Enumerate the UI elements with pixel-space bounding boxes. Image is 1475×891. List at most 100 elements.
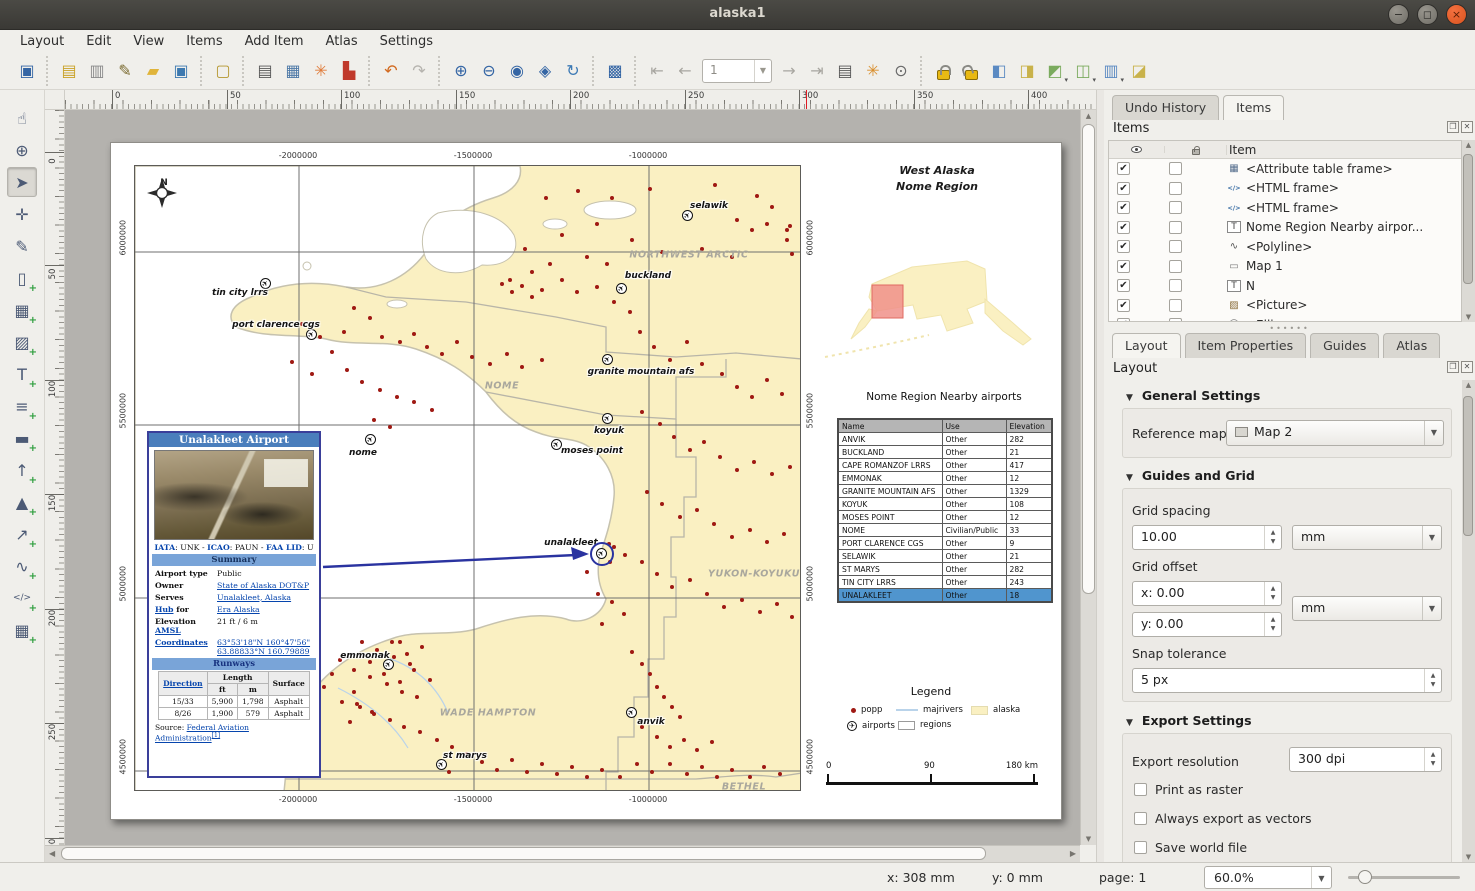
legend-item[interactable]: Legend popp ✈ airports majrivers regions xyxy=(811,683,1061,745)
export-pdf-icon[interactable]: ▙ xyxy=(335,57,363,85)
code-link[interactable]: FAA LID xyxy=(266,543,302,552)
panel-splitter-handle[interactable]: •••••• xyxy=(1104,324,1475,333)
save-world-file-checkbox[interactable] xyxy=(1134,841,1147,854)
minimize-button[interactable]: − xyxy=(1388,4,1409,25)
scroll-down-icon[interactable]: ▼ xyxy=(1081,835,1096,843)
lock-checkbox[interactable] xyxy=(1169,182,1182,195)
grid-offset-unit-combobox[interactable]: mm▼ xyxy=(1292,596,1442,621)
export-svg-icon[interactable]: ✳ xyxy=(307,57,335,85)
list-item[interactable]: ✔TN xyxy=(1109,276,1461,296)
tab-items[interactable]: Items xyxy=(1223,95,1284,120)
spinbox-arrows-icon[interactable]: ▲▼ xyxy=(1424,669,1441,692)
lock-checkbox[interactable] xyxy=(1169,221,1182,234)
refresh-icon[interactable]: ↻ xyxy=(559,57,587,85)
tab-item-properties[interactable]: Item Properties xyxy=(1185,333,1307,358)
list-item[interactable]: ✔▭Map 1 xyxy=(1109,257,1461,277)
export-settings-header[interactable]: ▼Export Settings xyxy=(1126,713,1252,728)
lock-checkbox[interactable] xyxy=(1169,201,1182,214)
lock-checkbox[interactable] xyxy=(1169,162,1182,175)
visibility-checkbox[interactable]: ✔ xyxy=(1117,162,1130,175)
add-attribute-table-icon[interactable]: ▦+ xyxy=(7,615,37,645)
print-icon[interactable]: ▤ xyxy=(251,57,279,85)
pan-tool-icon[interactable]: ☝ xyxy=(7,103,37,133)
list-item[interactable]: ✔▨<Picture> xyxy=(1109,296,1461,316)
items-tree[interactable]: Item ✔▦<Attribute table frame>✔</><HTML … xyxy=(1108,140,1462,322)
code-link[interactable]: ICAO xyxy=(207,543,230,552)
canvas-horizontal-scrollbar[interactable]: ◀ ▶ xyxy=(45,845,1080,862)
float-panel-icon[interactable]: ❐ xyxy=(1447,361,1459,373)
panel-scroll-thumb[interactable] xyxy=(1463,396,1473,536)
atlas-first-icon[interactable]: ⇤ xyxy=(643,57,671,85)
raise-items-icon[interactable]: ◩▾ xyxy=(1041,57,1069,85)
print-atlas-icon[interactable]: ▤ xyxy=(831,57,859,85)
list-item[interactable]: ✔◯<Ellipse> xyxy=(1109,315,1461,322)
summary-value[interactable]: 63°53'18"N 160°47'56"63.88833°N 160.7988… xyxy=(217,638,313,656)
reference-map-combobox[interactable]: Map 2 ▼ xyxy=(1226,420,1444,446)
list-item[interactable]: ✔∿<Polyline> xyxy=(1109,237,1461,257)
chevron-down-icon[interactable]: ▼ xyxy=(1422,526,1441,549)
lock-checkbox[interactable] xyxy=(1169,318,1182,322)
tab-undo-history[interactable]: Undo History xyxy=(1112,95,1219,120)
zoom-tool-icon[interactable]: ⊕ xyxy=(7,135,37,165)
ungroup-items-icon[interactable]: ◨ xyxy=(1013,57,1041,85)
add-page-icon[interactable]: ▯+ xyxy=(7,263,37,293)
items-tree-scrollbar[interactable]: ▲ ▼ xyxy=(1462,140,1475,322)
group-items-icon[interactable]: ◧ xyxy=(985,57,1013,85)
grid-spacing-spinbox[interactable]: 10.00 ▲▼ xyxy=(1132,525,1282,550)
open-folder-icon[interactable]: ▰ xyxy=(139,57,167,85)
add-arrow-icon[interactable]: ↗+ xyxy=(7,519,37,549)
guides-grid-header[interactable]: ▼Guides and Grid xyxy=(1126,468,1255,483)
zoom-in-icon[interactable]: ⊕ xyxy=(447,57,475,85)
list-item[interactable]: ✔</><HTML frame> xyxy=(1109,179,1461,199)
runways-header-link[interactable]: Runways xyxy=(213,659,255,669)
tab-layout[interactable]: Layout xyxy=(1112,333,1181,358)
summary-value[interactable]: Era Alaska xyxy=(217,605,313,614)
dropdown-mark-icon[interactable]: ▾ xyxy=(1120,76,1124,84)
chevron-down-icon[interactable]: ▼ xyxy=(1424,421,1443,445)
tab-guides[interactable]: Guides xyxy=(1310,333,1379,358)
horizontal-scroll-thumb[interactable] xyxy=(61,847,986,860)
lock-checkbox[interactable] xyxy=(1169,299,1182,312)
general-settings-header[interactable]: ▼General Settings xyxy=(1126,388,1260,403)
visibility-checkbox[interactable]: ✔ xyxy=(1117,221,1130,234)
add-north-arrow-icon[interactable]: ↑+ xyxy=(7,455,37,485)
scroll-right-icon[interactable]: ▶ xyxy=(1070,849,1076,858)
undo-icon[interactable]: ↶ xyxy=(377,57,405,85)
scroll-up-icon[interactable]: ▲ xyxy=(1081,112,1096,120)
new-from-template-icon[interactable]: ▢ xyxy=(209,57,237,85)
dock-splitter[interactable] xyxy=(1096,90,1104,862)
redo-icon[interactable]: ↷ xyxy=(405,57,433,85)
list-item[interactable]: ✔▦<Attribute table frame> xyxy=(1109,159,1461,179)
menu-settings[interactable]: Settings xyxy=(370,32,443,51)
menu-edit[interactable]: Edit xyxy=(76,32,121,51)
lock-items-icon[interactable] xyxy=(929,57,957,85)
dropdown-mark-icon[interactable]: ▾ xyxy=(1092,76,1096,84)
scalebar-item[interactable]: 0 90 180 km xyxy=(826,761,1038,791)
duplicate-layout-icon[interactable]: ▥ xyxy=(83,57,111,85)
tab-atlas[interactable]: Atlas xyxy=(1383,333,1440,358)
atlas-next-icon[interactable]: → xyxy=(775,57,803,85)
scroll-down-icon[interactable]: ▼ xyxy=(1462,853,1475,861)
move-item-content-tool-icon[interactable]: ✛ xyxy=(7,199,37,229)
edit-nodes-tool-icon[interactable]: ✎ xyxy=(7,231,37,261)
resize-items-icon[interactable]: ◪ xyxy=(1125,57,1153,85)
lock-checkbox[interactable] xyxy=(1169,279,1182,292)
grid-offset-x-spinbox[interactable]: x: 0.00 ▲▼ xyxy=(1132,581,1282,606)
inset-map-alaska[interactable] xyxy=(817,239,1061,371)
layout-panel-scrollbar[interactable]: ▲ ▼ xyxy=(1462,380,1475,862)
layout-canvas[interactable]: NORTHWEST ARCTICNOMEYUKON-KOYUKUKWADE HA… xyxy=(65,110,1080,845)
layout-manager-icon[interactable]: ✎ xyxy=(111,57,139,85)
atlas-prev-icon[interactable]: ← xyxy=(671,57,699,85)
grid-spacing-unit-combobox[interactable]: mm▼ xyxy=(1292,525,1442,550)
tree-scroll-thumb[interactable] xyxy=(1463,154,1473,284)
atlas-preview-icon[interactable]: ▩ xyxy=(601,57,629,85)
add-shape-icon[interactable]: ▲+ xyxy=(7,487,37,517)
visibility-checkbox[interactable]: ✔ xyxy=(1117,299,1130,312)
lock-checkbox[interactable] xyxy=(1169,240,1182,253)
add-label-icon[interactable]: T+ xyxy=(7,359,37,389)
menu-view[interactable]: View xyxy=(123,32,174,51)
new-layout-icon[interactable]: ▤ xyxy=(55,57,83,85)
save-layout-icon[interactable]: ▣ xyxy=(13,57,41,85)
atlas-last-icon[interactable]: ⇥ xyxy=(803,57,831,85)
close-button[interactable]: × xyxy=(1446,4,1467,25)
